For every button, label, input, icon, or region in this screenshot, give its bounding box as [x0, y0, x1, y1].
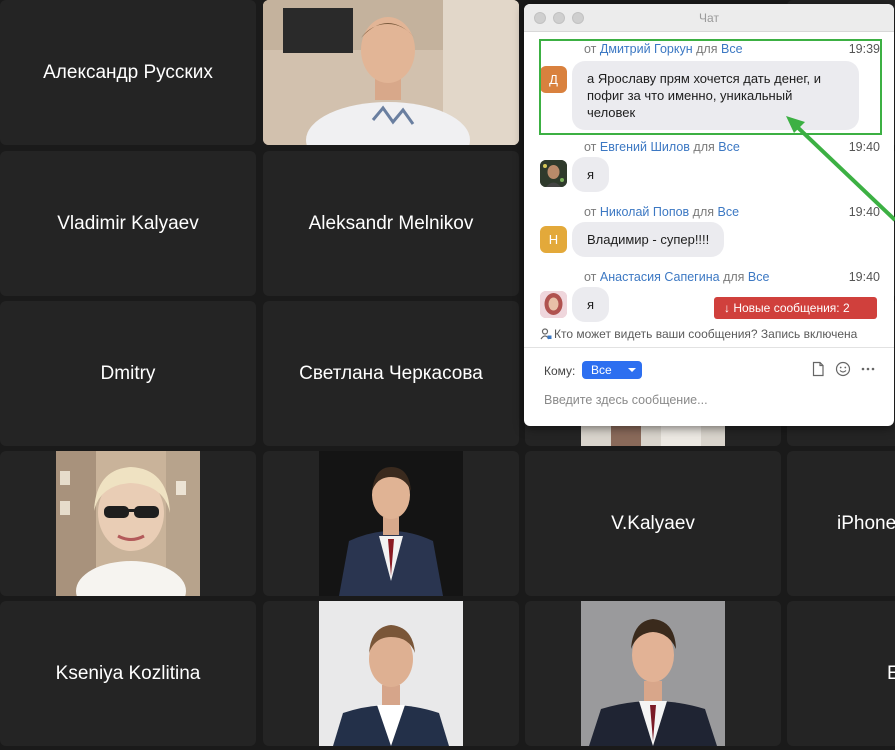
participant-tile[interactable] [263, 601, 519, 746]
privacy-text: Кто может видеть ваши сообщения? Запись … [554, 327, 858, 341]
sender-name[interactable]: Николай Попов [600, 205, 689, 219]
new-messages-label: Новые сообщения: 2 [733, 301, 850, 315]
sender-name[interactable]: Анастасия Сапегина [600, 270, 720, 284]
from-label: от [584, 42, 597, 56]
participant-video [263, 0, 519, 145]
divider [524, 347, 894, 348]
avatar-photo [540, 160, 567, 187]
participant-name: Kseniya Kozlitina [55, 662, 201, 684]
message-header: от Евгений Шилов для Все 19:40 [584, 140, 880, 154]
arrow-down-icon: ↓ [724, 301, 730, 315]
recipient-name[interactable]: Все [748, 270, 770, 284]
from-label: от [584, 205, 597, 219]
recipient-select-value: Все [591, 363, 612, 377]
participant-name: Aleksandr Melnikov [308, 212, 474, 234]
sender-name[interactable]: Евгений Шилов [600, 140, 690, 154]
avatar: Д [540, 66, 567, 93]
chat-titlebar[interactable]: Чат [524, 4, 894, 32]
participant-tile[interactable]: E [787, 601, 895, 746]
to-word: для [723, 270, 745, 284]
recipient-name[interactable]: Все [718, 205, 740, 219]
message-time: 19:40 [848, 140, 880, 154]
avatar [540, 291, 567, 318]
more-icon[interactable] [860, 361, 876, 377]
participant-name: Светлана Черкасова [299, 362, 483, 384]
message-header: от Николай Попов для Все 19:40 [584, 205, 880, 219]
avatar-photo [540, 291, 567, 318]
participant-name: iPhone [837, 512, 895, 534]
message-time: 19:40 [848, 205, 880, 219]
message-input[interactable] [544, 391, 880, 409]
avatar: Н [540, 226, 567, 253]
participant-tile[interactable] [0, 451, 256, 596]
participant-name: Dmitry [100, 362, 156, 384]
participant-photo [319, 451, 463, 596]
participant-tile[interactable]: Aleksandr Melnikov [263, 151, 519, 296]
participant-tile[interactable] [263, 451, 519, 596]
to-label: Кому: [544, 364, 576, 378]
emoji-icon[interactable] [835, 361, 851, 377]
participant-photo [56, 451, 200, 596]
to-word: для [693, 140, 715, 154]
participant-name: Александр Русских [43, 61, 213, 83]
participant-name: V.Kalyaev [611, 512, 695, 534]
zoom-gallery: Александр Русских Vladimir Kalyaev Aleks… [0, 0, 895, 750]
person-lock-icon [540, 328, 552, 340]
participant-name: Vladimir Kalyaev [57, 212, 199, 234]
message-bubble: я [572, 287, 610, 322]
message-line: а Ярославу прям хочется дать денег, и [587, 71, 822, 86]
from-label: от [584, 270, 597, 284]
chevron-down-icon [628, 368, 636, 372]
message-header: от Дмитрий Горкун для Все 19:39 [584, 42, 880, 56]
new-messages-button[interactable]: ↓ Новые сообщения: 2 [714, 297, 877, 319]
message-line: Владимир - супер!!!! [587, 232, 710, 247]
participant-tile[interactable]: Vladimir Kalyaev [0, 151, 256, 296]
message-line: я [587, 297, 595, 312]
sender-name[interactable]: Дмитрий Горкун [600, 42, 693, 56]
from-label: от [584, 140, 597, 154]
to-word: для [696, 42, 718, 56]
message-bubble: а Ярославу прям хочется дать денег, и по… [572, 61, 859, 130]
participant-tile[interactable]: V.Kalyaev [525, 451, 781, 596]
message-bubble: я [572, 157, 610, 192]
participant-tile[interactable]: iPhone [787, 451, 895, 596]
to-word: для [692, 205, 715, 219]
participant-tile[interactable]: Dmitry [0, 301, 256, 446]
participant-tile[interactable]: Светлана Черкасова [263, 301, 519, 446]
chat-window: Чат от Дмитрий Горкун для Все 19:39 Д а … [524, 4, 894, 426]
participant-name: E [887, 662, 895, 684]
message-time: 19:39 [848, 42, 880, 56]
participant-photo [581, 601, 725, 746]
message-header: от Анастасия Сапегина для Все 19:40 [584, 270, 880, 284]
message-bubble: Владимир - супер!!!! [572, 222, 725, 257]
recipient-name[interactable]: Все [721, 42, 743, 56]
avatar [540, 160, 567, 187]
message-line: я [587, 167, 595, 182]
participant-tile[interactable]: Kseniya Kozlitina [0, 601, 256, 746]
chat-privacy-link[interactable]: Кто может видеть ваши сообщения? Запись … [540, 327, 857, 341]
message-time: 19:40 [848, 270, 880, 284]
file-icon[interactable] [810, 361, 826, 377]
participant-tile[interactable] [525, 601, 781, 746]
participant-tile[interactable]: Александр Русских [0, 0, 256, 145]
chat-title: Чат [699, 11, 719, 25]
participant-photo [319, 601, 463, 746]
recipient-name[interactable]: Все [718, 140, 740, 154]
message-line: пофиг за что именно, уникальный [587, 88, 793, 103]
message-line: человек [587, 105, 636, 120]
recipient-select[interactable]: Все [582, 361, 642, 379]
participant-video-tile[interactable] [263, 0, 519, 145]
